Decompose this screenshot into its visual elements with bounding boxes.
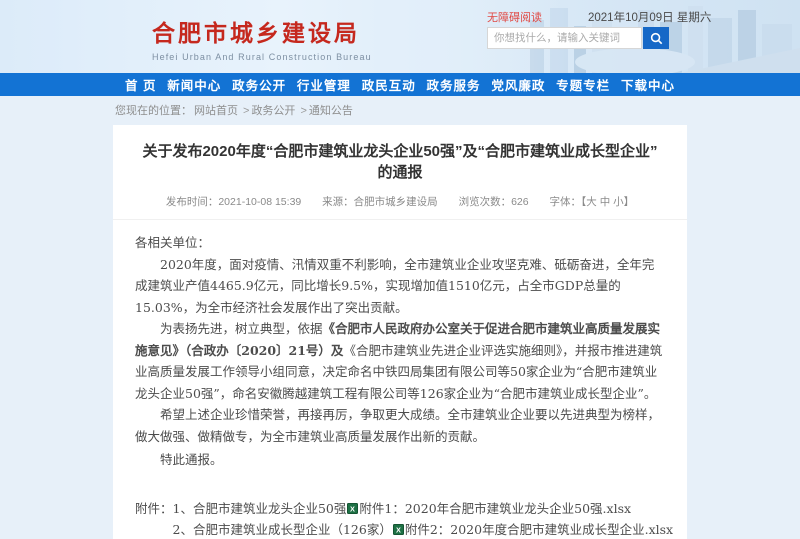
site-title-english: Hefei Urban And Rural Construction Burea… bbox=[152, 52, 372, 62]
attachment-download-link[interactable]: 附件2：2020年度合肥市建筑业成长型企业.xlsx bbox=[405, 522, 673, 537]
attachment-number: 1、 bbox=[173, 501, 193, 516]
article-title: 关于发布2020年度“合肥市建筑业龙头企业50强”及“合肥市建筑业成长型企业” … bbox=[113, 141, 687, 183]
article-body: 各相关单位： 2020年度，面对疫情、汛情双重不利影响，全市建筑业企业攻坚克难、… bbox=[113, 220, 687, 539]
search-button[interactable] bbox=[643, 27, 669, 49]
nav-item-gov-open[interactable]: 政务公开 bbox=[232, 75, 286, 94]
paragraph-2: 为表扬先进，树立典型，依据《合肥市人民政府办公室关于促进合肥市建筑业高质量发展实… bbox=[135, 318, 665, 404]
site-banner: 合肥市城乡建设局 Hefei Urban And Rural Construct… bbox=[0, 0, 800, 73]
nav-item-services[interactable]: 政务服务 bbox=[427, 75, 481, 94]
paragraph-3: 希望上述企业珍惜荣誉，再接再厉，争取更大成绩。全市建筑业企业要以先进典型为榜样，… bbox=[135, 404, 665, 447]
paragraph-2-lead: 为表扬先进，树立典型，依据 bbox=[160, 321, 323, 336]
attachment-name: 合肥市建筑业成长型企业（126家） bbox=[193, 522, 392, 537]
font-label: 字体： bbox=[550, 196, 582, 208]
site-logo: 合肥市城乡建设局 Hefei Urban And Rural Construct… bbox=[152, 14, 372, 62]
breadcrumb-home[interactable]: 网站首页 bbox=[194, 105, 238, 117]
nav-item-news[interactable]: 新闻中心 bbox=[167, 75, 221, 94]
attachment-row: 1、合肥市建筑业龙头企业50强 X 附件1：2020年合肥市建筑业龙头企业50强.x… bbox=[173, 498, 674, 520]
breadcrumb-gov-open[interactable]: 政务公开 bbox=[251, 105, 295, 117]
font-size-label: 字体：【大 中 小】 bbox=[550, 196, 635, 208]
current-date: 2021年10月09日 星期六 bbox=[588, 9, 711, 25]
main-nav: 首 页 新闻中心 政务公开 行业管理 政民互动 政务服务 党风廉政 专题专栏 下… bbox=[0, 73, 800, 96]
paragraph-1: 2020年度，面对疫情、汛情双重不利影响，全市建筑业企业攻坚克难、砥砺奋进，全年… bbox=[135, 254, 665, 319]
breadcrumb-notices[interactable]: 通知公告 bbox=[309, 105, 353, 117]
article-source: 来源：合肥市城乡建设局 bbox=[322, 196, 438, 208]
view-count: 浏览次数：626 bbox=[459, 196, 529, 208]
breadcrumb-separator: > bbox=[300, 105, 306, 117]
excel-file-icon: X bbox=[347, 503, 358, 514]
publish-time: 发布时间：2021-10-08 15:39 bbox=[166, 196, 301, 208]
attachment-name: 合肥市建筑业龙头企业50强 bbox=[193, 501, 346, 516]
excel-file-icon: X bbox=[393, 524, 404, 535]
breadcrumb-prefix: 您现在的位置： bbox=[115, 105, 192, 117]
main-nav-items: 首 页 新闻中心 政务公开 行业管理 政民互动 政务服务 党风廉政 专题专栏 下… bbox=[113, 73, 687, 96]
nav-item-home[interactable]: 首 页 bbox=[125, 75, 156, 94]
breadcrumb-separator: > bbox=[243, 105, 249, 117]
search-input[interactable] bbox=[487, 27, 642, 49]
search-icon bbox=[650, 32, 663, 45]
nav-item-download[interactable]: 下载中心 bbox=[621, 75, 675, 94]
breadcrumb: 您现在的位置：网站首页>政务公开>通知公告 bbox=[115, 102, 355, 118]
font-size-controls[interactable]: 【大 中 小】 bbox=[581, 196, 634, 208]
attachment-row: 2、合肥市建筑业成长型企业（126家） X 附件2：2020年度合肥市建筑业成长型企… bbox=[173, 519, 674, 539]
nav-item-industry[interactable]: 行业管理 bbox=[297, 75, 351, 94]
nav-item-party[interactable]: 党风廉政 bbox=[491, 75, 545, 94]
svg-text:X: X bbox=[350, 504, 355, 513]
accessibility-link[interactable]: 无障碍阅读 bbox=[487, 9, 542, 25]
nav-item-topics[interactable]: 专题专栏 bbox=[556, 75, 610, 94]
svg-text:X: X bbox=[396, 525, 401, 534]
article-meta: 发布时间：2021-10-08 15:39 来源：合肥市城乡建设局 浏览次数：6… bbox=[113, 194, 687, 220]
article-card: 关于发布2020年度“合肥市建筑业龙头企业50强”及“合肥市建筑业成长型企业” … bbox=[113, 125, 687, 539]
attachments-section: 附件： 1、合肥市建筑业龙头企业50强 X 附件1：2020年合肥市建筑业龙头企业5… bbox=[135, 498, 665, 539]
salutation: 各相关单位： bbox=[135, 232, 665, 254]
site-title: 合肥市城乡建设局 bbox=[152, 14, 372, 48]
attachment-number: 2、 bbox=[173, 522, 193, 537]
closing-line: 特此通报。 bbox=[135, 449, 665, 471]
attachments-label: 附件： bbox=[135, 498, 173, 539]
attachment-download-link[interactable]: 附件1：2020年合肥市建筑业龙头企业50强.xlsx bbox=[359, 501, 631, 516]
nav-item-interaction[interactable]: 政民互动 bbox=[362, 75, 416, 94]
